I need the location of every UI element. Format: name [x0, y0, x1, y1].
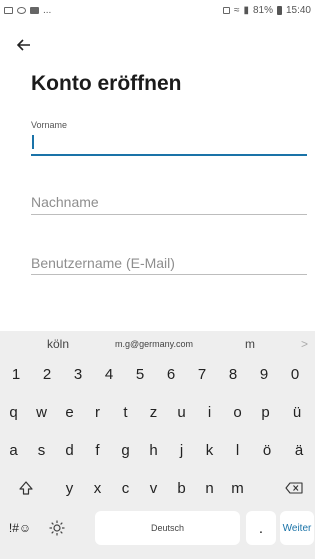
key-z[interactable]: z: [140, 395, 167, 429]
keyboard-row-1: q w e r t z u i o p ü: [0, 395, 315, 433]
key-s[interactable]: s: [28, 433, 55, 467]
status-right: ≈ ▮ 81% 15:40: [222, 4, 311, 16]
nachname-field[interactable]: Nachname: [31, 194, 307, 216]
key-w[interactable]: w: [28, 395, 55, 429]
signal-icon: ▮: [243, 4, 249, 16]
key-d[interactable]: d: [56, 433, 83, 467]
key-8[interactable]: 8: [218, 357, 248, 391]
next-button[interactable]: Weiter: [280, 511, 314, 545]
wifi-icon: ≈: [233, 4, 240, 16]
arrow-left-icon: [17, 39, 30, 51]
back-button[interactable]: [12, 34, 36, 56]
text-cursor: [32, 135, 34, 149]
gear-icon: [49, 520, 65, 536]
key-m[interactable]: m: [224, 471, 251, 505]
suggestion-3[interactable]: m: [245, 337, 255, 351]
keyboard-row-2: a s d f g h j k l ö ä: [0, 433, 315, 471]
keyboard: köln m.g@germany.com m > 1 2 3 4 5 6 7 8…: [0, 331, 315, 559]
key-9[interactable]: 9: [249, 357, 279, 391]
key-ae[interactable]: ä: [284, 433, 314, 467]
key-2[interactable]: 2: [32, 357, 62, 391]
nachname-underline: [31, 214, 307, 215]
username-placeholder: Benutzername (E-Mail): [31, 255, 175, 271]
media-icon: [30, 6, 39, 14]
settings-key[interactable]: [40, 511, 74, 545]
suggestion-bar: köln m.g@germany.com m >: [0, 331, 315, 357]
key-o[interactable]: o: [224, 395, 251, 429]
sync-icon: [17, 6, 26, 14]
key-k[interactable]: k: [196, 433, 223, 467]
period-key[interactable]: .: [246, 511, 276, 545]
key-v[interactable]: v: [140, 471, 167, 505]
key-x[interactable]: x: [84, 471, 111, 505]
key-h[interactable]: h: [140, 433, 167, 467]
keyboard-row-3: y x c v b n m: [0, 471, 315, 509]
alarm-icon: [222, 6, 230, 14]
key-f[interactable]: f: [84, 433, 111, 467]
key-4[interactable]: 4: [94, 357, 124, 391]
status-bar: ... ≈ ▮ 81% 15:40: [0, 0, 315, 20]
suggestion-more-icon[interactable]: >: [301, 337, 308, 351]
key-l[interactable]: l: [224, 433, 251, 467]
backspace-icon: [285, 482, 303, 494]
vorname-field[interactable]: Vorname: [31, 120, 307, 157]
key-n[interactable]: n: [196, 471, 223, 505]
page-title: Konto eröffnen: [31, 72, 182, 95]
status-left: ...: [4, 5, 51, 16]
key-j[interactable]: j: [168, 433, 195, 467]
key-oe[interactable]: ö: [252, 433, 282, 467]
key-q[interactable]: q: [0, 395, 27, 429]
vorname-label: Vorname: [31, 120, 68, 130]
clock: 15:40: [285, 4, 311, 16]
shift-key[interactable]: [6, 471, 46, 505]
key-1[interactable]: 1: [1, 357, 31, 391]
key-r[interactable]: r: [84, 395, 111, 429]
suggestion-2[interactable]: m.g@germany.com: [115, 339, 193, 349]
key-p[interactable]: p: [252, 395, 279, 429]
battery-percent: 81%: [252, 4, 273, 16]
key-6[interactable]: 6: [156, 357, 186, 391]
symbols-key[interactable]: !#☺: [4, 511, 36, 545]
suggestion-1[interactable]: köln: [47, 337, 69, 351]
key-c[interactable]: c: [112, 471, 139, 505]
nachname-placeholder: Nachname: [31, 194, 99, 210]
key-b[interactable]: b: [168, 471, 195, 505]
key-0[interactable]: 0: [280, 357, 310, 391]
screenshot-icon: [4, 6, 13, 14]
key-u[interactable]: u: [168, 395, 195, 429]
key-i[interactable]: i: [196, 395, 223, 429]
username-underline: [31, 274, 307, 275]
key-5[interactable]: 5: [125, 357, 155, 391]
shift-icon: [19, 481, 33, 495]
key-y[interactable]: y: [56, 471, 83, 505]
key-e[interactable]: e: [56, 395, 83, 429]
key-ue[interactable]: ü: [282, 395, 312, 429]
key-3[interactable]: 3: [63, 357, 93, 391]
space-bar[interactable]: Deutsch: [95, 511, 240, 545]
battery-icon: [276, 5, 282, 15]
key-a[interactable]: a: [0, 433, 27, 467]
key-t[interactable]: t: [112, 395, 139, 429]
more-notifications: ...: [43, 4, 52, 16]
vorname-underline: [31, 154, 307, 156]
key-g[interactable]: g: [112, 433, 139, 467]
keyboard-row-numbers: 1 2 3 4 5 6 7 8 9 0: [0, 357, 315, 395]
key-7[interactable]: 7: [187, 357, 217, 391]
username-field[interactable]: Benutzername (E-Mail): [31, 255, 307, 277]
keyboard-row-4: !#☺ Deutsch . Weiter: [0, 511, 315, 549]
backspace-key[interactable]: [276, 471, 312, 505]
